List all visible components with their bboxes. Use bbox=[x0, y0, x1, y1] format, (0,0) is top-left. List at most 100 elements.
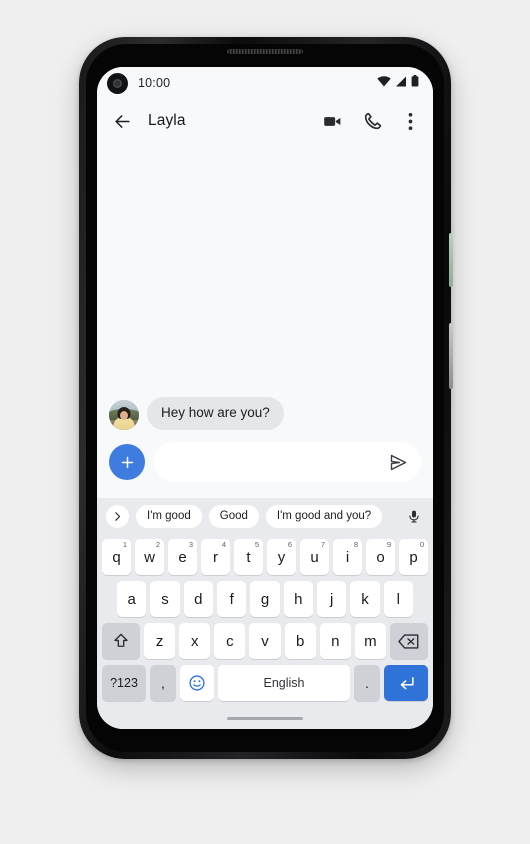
key-x[interactable]: x bbox=[179, 623, 211, 659]
key-superscript: 2 bbox=[155, 540, 160, 549]
backspace-icon bbox=[398, 633, 419, 649]
space-key[interactable]: English bbox=[218, 665, 350, 701]
key-label: r bbox=[213, 548, 218, 566]
conversation-thread[interactable]: Hey how are you? bbox=[97, 143, 433, 498]
back-arrow-icon bbox=[114, 114, 130, 128]
keyboard-row-4: ?123 , English . bbox=[100, 665, 430, 701]
period-key[interactable]: . bbox=[354, 665, 380, 701]
contact-avatar[interactable] bbox=[109, 400, 139, 430]
key-z[interactable]: z bbox=[144, 623, 176, 659]
key-superscript: 1 bbox=[122, 540, 127, 549]
key-label: g bbox=[260, 590, 270, 608]
key-b[interactable]: b bbox=[284, 623, 316, 659]
message-bubble-incoming[interactable]: Hey how are you? bbox=[147, 397, 284, 430]
suggestion-chip[interactable]: I'm good bbox=[136, 504, 202, 528]
key-label: o bbox=[376, 548, 385, 566]
chevron-right-icon bbox=[115, 511, 121, 521]
key-superscript: 0 bbox=[419, 540, 424, 549]
page-title: Layla bbox=[148, 112, 186, 129]
key-u[interactable]: u7 bbox=[300, 539, 329, 575]
home-gesture-bar[interactable] bbox=[227, 716, 303, 720]
key-label: f bbox=[229, 590, 234, 608]
overflow-menu-button[interactable] bbox=[399, 106, 421, 136]
key-label: j bbox=[329, 590, 334, 608]
comma-key[interactable]: , bbox=[150, 665, 176, 701]
key-label: l bbox=[396, 590, 400, 608]
attach-button[interactable] bbox=[109, 444, 145, 480]
volume-button[interactable] bbox=[449, 323, 453, 389]
power-button[interactable] bbox=[449, 233, 453, 287]
shift-icon bbox=[114, 633, 128, 647]
phone-device-frame: 10:00 Layla Hey how are you? I'm good Go… bbox=[79, 37, 453, 759]
key-c[interactable]: c bbox=[214, 623, 246, 659]
message-input[interactable] bbox=[170, 454, 385, 470]
message-row: Hey how are you? bbox=[109, 397, 421, 430]
key-v[interactable]: v bbox=[249, 623, 281, 659]
send-button[interactable] bbox=[385, 449, 411, 475]
backspace-key[interactable] bbox=[389, 623, 428, 659]
key-o[interactable]: o9 bbox=[366, 539, 395, 575]
key-label: i bbox=[345, 548, 350, 566]
key-label: e bbox=[178, 548, 187, 566]
phone-screen: 10:00 Layla Hey how are you? I'm good Go… bbox=[97, 67, 433, 729]
shift-key[interactable] bbox=[102, 623, 140, 659]
suggestion-chip[interactable]: Good bbox=[208, 504, 259, 528]
key-superscript: 3 bbox=[188, 540, 193, 549]
screenshot-stage: 10:00 Layla Hey how are you? I'm good Go… bbox=[0, 0, 530, 844]
key-g[interactable]: g bbox=[250, 581, 280, 617]
phone-call-icon bbox=[364, 112, 382, 130]
cellular-signal-icon bbox=[395, 74, 407, 92]
suggestions-expand-button[interactable] bbox=[106, 504, 129, 528]
key-h[interactable]: h bbox=[283, 581, 313, 617]
status-bar-icons bbox=[377, 74, 419, 92]
compose-row bbox=[109, 442, 421, 490]
key-i[interactable]: i8 bbox=[333, 539, 362, 575]
suggestion-strip: I'm good Good I'm good and you? bbox=[97, 498, 433, 534]
key-f[interactable]: f bbox=[217, 581, 247, 617]
key-superscript: 5 bbox=[254, 540, 259, 549]
key-e[interactable]: e3 bbox=[168, 539, 197, 575]
wifi-icon bbox=[377, 74, 391, 92]
app-bar: Layla bbox=[97, 99, 433, 143]
video-call-button[interactable] bbox=[317, 106, 347, 136]
key-p[interactable]: p0 bbox=[399, 539, 428, 575]
enter-key[interactable] bbox=[384, 665, 428, 701]
key-a[interactable]: a bbox=[117, 581, 147, 617]
compose-field[interactable] bbox=[154, 442, 421, 482]
microphone-button[interactable] bbox=[404, 505, 424, 527]
key-s[interactable]: s bbox=[150, 581, 180, 617]
key-label: h bbox=[294, 590, 303, 608]
symbols-key[interactable]: ?123 bbox=[102, 665, 146, 701]
on-screen-keyboard[interactable]: q1w2e3r4t5y6u7i8o9p0 asdfghjkl zxcvbnm ?… bbox=[97, 534, 433, 707]
status-bar: 10:00 bbox=[97, 67, 433, 99]
key-j[interactable]: j bbox=[316, 581, 347, 617]
key-l[interactable]: l bbox=[383, 581, 413, 617]
keyboard-row-2: asdfghjkl bbox=[100, 581, 430, 617]
key-label: k bbox=[361, 590, 369, 608]
emoji-key[interactable] bbox=[180, 665, 214, 701]
enter-icon bbox=[400, 676, 414, 689]
key-superscript: 6 bbox=[287, 540, 292, 549]
battery-icon bbox=[411, 74, 419, 92]
voice-call-button[interactable] bbox=[358, 106, 388, 136]
key-m[interactable]: m bbox=[354, 623, 386, 659]
key-label: s bbox=[161, 590, 169, 608]
key-label: d bbox=[194, 590, 203, 608]
suggestion-chip[interactable]: I'm good and you? bbox=[265, 504, 383, 528]
key-superscript: 8 bbox=[353, 540, 358, 549]
key-label: u bbox=[310, 548, 319, 566]
front-camera-punch-hole bbox=[107, 72, 128, 94]
send-icon bbox=[390, 454, 406, 470]
back-button[interactable] bbox=[107, 106, 137, 136]
key-label: a bbox=[127, 590, 136, 608]
key-n[interactable]: n bbox=[319, 623, 351, 659]
key-w[interactable]: w2 bbox=[135, 539, 164, 575]
key-d[interactable]: d bbox=[183, 581, 213, 617]
navigation-bar bbox=[97, 707, 433, 729]
key-label: t bbox=[246, 548, 251, 566]
key-r[interactable]: r4 bbox=[201, 539, 230, 575]
key-k[interactable]: k bbox=[350, 581, 380, 617]
key-t[interactable]: t5 bbox=[234, 539, 263, 575]
key-q[interactable]: q1 bbox=[102, 539, 131, 575]
key-y[interactable]: y6 bbox=[267, 539, 296, 575]
